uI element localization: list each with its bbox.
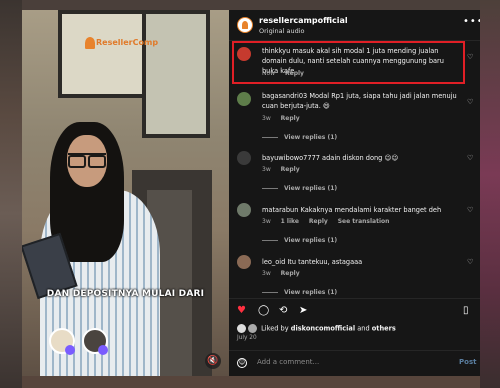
view-replies-button[interactable]: View replies (1) (262, 134, 337, 141)
view-replies-button[interactable]: View replies (1) (262, 289, 337, 296)
comment-icon[interactable]: ◯ (258, 305, 269, 316)
commenter-avatar[interactable] (237, 151, 251, 165)
like-comment-heart-icon[interactable]: ♡ (467, 154, 473, 162)
like-comment-heart-icon[interactable]: ♡ (467, 206, 473, 214)
brand-logo-icon (85, 37, 95, 49)
liked-by-prefix: Liked by (261, 324, 289, 333)
like-heart-icon[interactable]: ♥ (237, 305, 246, 316)
video-caption: DAN DEPOSITNYA MULAI DARI (46, 289, 205, 299)
liked-by-others[interactable]: others (372, 325, 396, 333)
emoji-icon[interactable]: ☺ (237, 358, 247, 368)
reply-button[interactable]: Reply (281, 115, 300, 122)
comment-text: bayuwibowo7777 adain diskon dong 😉😉 (262, 154, 399, 162)
comment-text: leo_oid Itu tantekuu, astagaaa (262, 258, 363, 266)
view-replies-button[interactable]: View replies (1) (262, 185, 337, 192)
like-comment-heart-icon[interactable]: ♡ (467, 53, 473, 61)
background-top (22, 0, 480, 10)
video-window (58, 10, 154, 98)
mute-icon[interactable]: 🔇 (205, 353, 221, 369)
comment-time: 3w (262, 270, 271, 277)
liked-by-user[interactable]: diskoncomofficial (291, 325, 355, 333)
video-player[interactable]: ResellerComp DAN DEPOSITNYA MULAI DARI 🔇 (22, 10, 229, 376)
highlight-box (232, 41, 465, 84)
view-replies-button[interactable]: View replies (1) (262, 237, 337, 244)
like-comment-heart-icon[interactable]: ♡ (467, 258, 473, 266)
comment-input[interactable]: Add a comment... (257, 358, 319, 366)
brand-logo-text: ResellerComp (96, 38, 159, 47)
comment-meta: 3w Reply (262, 166, 308, 173)
add-comment-bar: ☺ Add a comment... Post (229, 350, 480, 376)
video-window-2 (142, 10, 210, 138)
background-bottom (22, 376, 480, 388)
verified-badge-icon (98, 345, 108, 355)
liker-avatar (237, 324, 246, 333)
verified-badge-icon (65, 345, 75, 355)
see-translation-button[interactable]: See translation (338, 218, 390, 225)
comment-meta: 3w Reply (262, 270, 308, 277)
audio-label[interactable]: Original audio (259, 27, 305, 35)
more-horizontal-icon[interactable]: ••• (463, 16, 480, 27)
save-bookmark-icon[interactable]: ▯ (463, 305, 469, 316)
author-username[interactable]: resellercampofficial (259, 16, 348, 25)
share-icon[interactable]: ➤ (299, 305, 307, 316)
post-date: July 20 (237, 335, 257, 341)
author-avatar[interactable] (237, 17, 253, 33)
comment-time: 3w (262, 218, 271, 225)
commenter-avatar[interactable] (237, 255, 251, 269)
liker-avatar-2 (248, 324, 257, 333)
repost-icon[interactable]: ⟲ (279, 305, 287, 316)
liked-by-text[interactable]: Liked by diskoncomofficial and others (237, 324, 396, 333)
action-bar: ♥ ◯ ⟲ ➤ ▯ (229, 298, 480, 321)
comment-text: matarabun Kakaknya mendalami karakter ba… (262, 206, 442, 214)
person-glasses (68, 153, 106, 168)
reply-button[interactable]: Reply (281, 270, 300, 277)
liked-by-and: and (357, 324, 370, 333)
comment-meta: 3w Reply (262, 115, 308, 122)
commenter-avatar[interactable] (237, 203, 251, 217)
comment-time: 3w (262, 166, 271, 173)
post-button[interactable]: Post (459, 358, 476, 366)
comments-panel: resellercampofficial Original audio ••• … (229, 10, 480, 376)
comment-like-count[interactable]: 1 like (281, 218, 299, 225)
comment-text: bagasandri03 Modal Rp1 juta, siapa tahu … (262, 92, 457, 110)
background-left (0, 0, 22, 388)
reply-button[interactable]: Reply (309, 218, 328, 225)
comment-time: 3w (262, 115, 271, 122)
like-comment-heart-icon[interactable]: ♡ (467, 98, 473, 106)
reply-button[interactable]: Reply (281, 166, 300, 173)
post-header: resellercampofficial Original audio ••• (229, 10, 480, 41)
comment-meta: 3w 1 like Reply See translation (262, 218, 397, 225)
background-right (480, 0, 500, 388)
commenter-avatar[interactable] (237, 92, 251, 106)
